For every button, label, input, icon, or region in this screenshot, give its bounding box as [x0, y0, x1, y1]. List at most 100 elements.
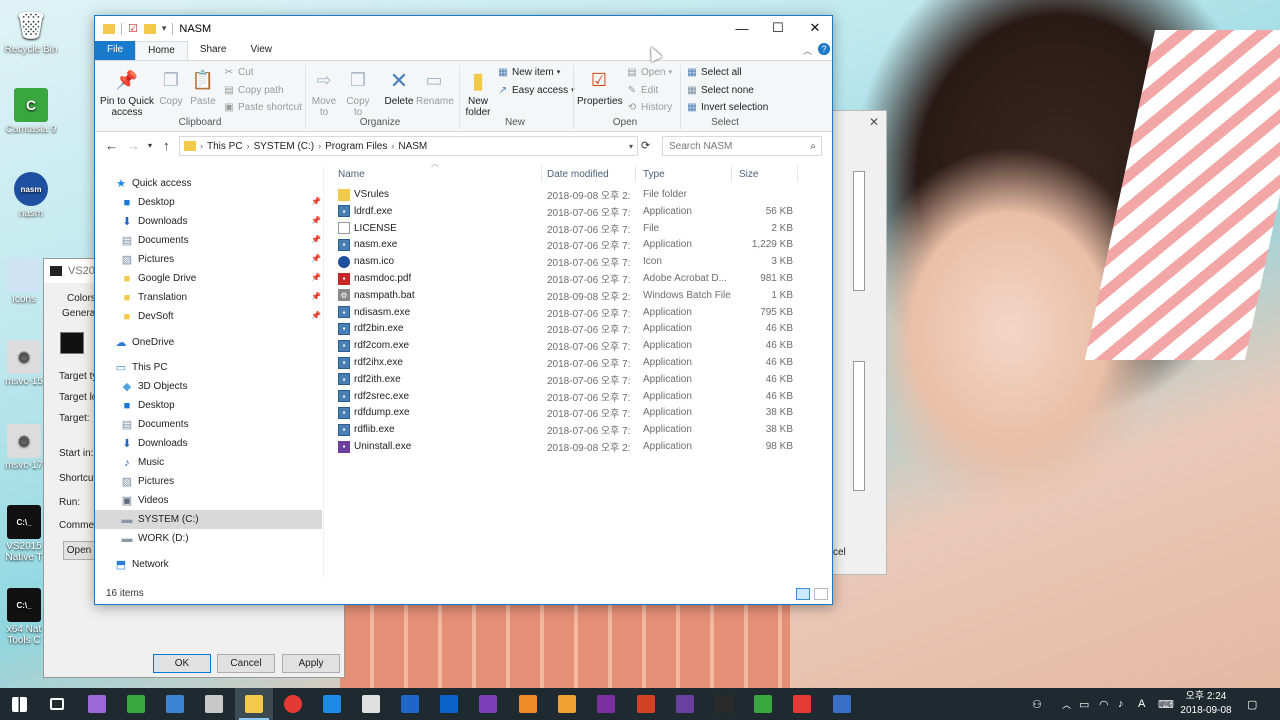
notifications-icon[interactable]: ▢ [1247, 688, 1257, 720]
invert-selection-button[interactable]: ▦ Invert selection [686, 101, 768, 113]
taskbar-camtasia-button[interactable] [744, 688, 782, 720]
nav-network[interactable]: ⬒ Network [115, 555, 169, 574]
search-icon[interactable]: ⌕ [810, 141, 816, 152]
file-row[interactable]: nasm.ico 2018-07-06 오후 7: Icon 3 KB [333, 253, 793, 270]
select-none-button[interactable]: ▦ Select none [686, 84, 754, 96]
apply-button[interactable]: Apply [282, 654, 340, 673]
open-button[interactable]: ▤ Open ▾ [626, 66, 672, 78]
wifi-icon[interactable]: ◠ [1099, 688, 1109, 720]
nav-documents-pc[interactable]: ▤ Documents [121, 415, 189, 434]
taskbar-task-view-button[interactable] [38, 688, 76, 720]
taskbar-search-app-button[interactable] [391, 688, 429, 720]
chevron-up-icon[interactable]: ︿ [1062, 688, 1071, 720]
tab-home[interactable]: Home [135, 41, 188, 60]
tab-colors[interactable]: Colors [67, 293, 96, 304]
history-button[interactable]: ⟲ History [626, 101, 672, 113]
delete-button[interactable]: ✕ Delete [382, 67, 416, 107]
file-row[interactable]: ▪ rdflib.exe 2018-07-06 오후 7: Application 38… [333, 421, 793, 438]
taskbar-app-button[interactable] [195, 688, 233, 720]
tab-general[interactable]: General [62, 308, 98, 319]
nav-3d-objects[interactable]: ◆ 3D Objects [121, 377, 188, 396]
taskbar-camtasia-button[interactable] [117, 688, 155, 720]
column-size[interactable]: Size [739, 164, 758, 184]
taskbar-powerpoint-button[interactable] [627, 688, 665, 720]
pin-quick-access-button[interactable]: 📌 Pin to Quick access [99, 67, 155, 119]
edit-button[interactable]: ✎ Edit [626, 84, 658, 96]
pane-divider[interactable] [323, 166, 324, 578]
nav-music[interactable]: ♪ Music [121, 453, 164, 472]
properties-button[interactable]: ☑ Properties [577, 67, 623, 108]
volume-icon[interactable]: ♪ [1118, 688, 1124, 720]
rename-button[interactable]: ▭ Rename [416, 67, 454, 108]
details-view-button[interactable] [796, 588, 810, 600]
close-button[interactable]: ✕ [797, 16, 833, 40]
cut-button[interactable]: ✂ Cut [223, 66, 254, 78]
easy-access-button[interactable]: ↗Easy access▾ [497, 84, 575, 96]
desktop-icon-camtasia[interactable]: C Camtasia 9 [1, 88, 61, 135]
file-row[interactable]: VSrules 2018-09-08 오후 2: File folder [333, 186, 793, 203]
file-row[interactable]: ▪ ndisasm.exe 2018-07-06 오후 7: Application 7… [333, 304, 793, 321]
nav-this-pc[interactable]: ▭ This PC [115, 358, 168, 377]
people-icon[interactable]: ⚇ [1032, 688, 1042, 720]
nav-pictures-pc[interactable]: ▨ Pictures [121, 472, 174, 491]
taskbar-app-button[interactable] [156, 688, 194, 720]
scrollbar[interactable] [853, 171, 865, 291]
keyboard-icon[interactable]: ⌨ [1158, 688, 1174, 720]
taskbar-app-button[interactable] [78, 688, 116, 720]
nav-desktop[interactable]: ■ Desktop [121, 193, 175, 212]
file-row[interactable]: ▪ rdf2com.exe 2018-07-06 오후 7: Application 4… [333, 337, 793, 354]
open-location-button[interactable]: Open [63, 541, 95, 560]
taskbar-visual-studio-button[interactable] [469, 688, 507, 720]
move-to-button[interactable]: ⇨ Move to [309, 67, 339, 119]
taskbar-console-button[interactable] [705, 688, 743, 720]
file-row[interactable]: ⚙ nasmpath.bat 2018-09-08 오후 2: Windows Bat… [333, 287, 793, 304]
column-date-modified[interactable]: Date modified [547, 164, 609, 184]
copy-to-button[interactable]: ❐ Copy to [343, 67, 373, 119]
nav-videos[interactable]: ▣ Videos [121, 491, 169, 510]
file-row[interactable]: LICENSE 2018-07-06 오후 7: File 2 KB [333, 220, 793, 237]
nav-onedrive[interactable]: ☁ OneDrive [115, 333, 175, 352]
help-icon[interactable]: ? [818, 43, 830, 55]
taskbar-file-explorer-button[interactable] [235, 688, 273, 720]
file-row[interactable]: ▪ rdf2bin.exe 2018-07-06 오후 7: Application 4… [333, 320, 793, 337]
tab-share[interactable]: Share [188, 41, 239, 60]
taskbar-onenote-button[interactable] [587, 688, 625, 720]
new-item-button[interactable]: ▦ New item ▾ [497, 66, 560, 78]
large-icons-view-button[interactable] [814, 588, 828, 600]
back-button[interactable]: ← [105, 138, 118, 153]
copy-button[interactable]: ❐ Copy [157, 67, 185, 108]
scrollbar[interactable] [853, 361, 865, 491]
new-folder-button[interactable]: ▮ New folder [461, 67, 495, 118]
nav-google-drive[interactable]: ■ Google Drive [121, 269, 197, 288]
taskbar-chrome-button[interactable] [274, 688, 312, 720]
nav-devsoft[interactable]: ■ DevSoft [121, 307, 174, 326]
battery-icon[interactable]: ▭ [1079, 688, 1089, 720]
recent-locations-icon[interactable]: ▾ [148, 141, 152, 150]
nav-downloads[interactable]: ⬇ Downloads [121, 212, 187, 231]
file-row[interactable]: ▪ rdf2ihx.exe 2018-07-06 오후 7: Application 4… [333, 354, 793, 371]
cancel-button[interactable]: Cancel [217, 654, 275, 673]
chevron-down-icon[interactable]: ▾ [629, 142, 633, 151]
collapse-ribbon-icon[interactable]: ︿ [803, 44, 812, 57]
paste-shortcut-button[interactable]: ▣ Paste shortcut [223, 101, 302, 113]
forward-button[interactable]: → [127, 138, 140, 153]
background-dialog-button[interactable]: cel [833, 547, 846, 558]
file-row[interactable]: ▪ Uninstall.exe 2018-09-08 오후 2: Applicatio… [333, 438, 793, 455]
taskbar-visual-studio-button[interactable] [666, 688, 704, 720]
taskbar-outlook-button[interactable] [430, 688, 468, 720]
breadcrumb-system-c[interactable]: SYSTEM (C:) [254, 141, 315, 152]
nav-quick-access[interactable]: ★ Quick access [115, 174, 191, 193]
ok-button[interactable]: OK [153, 654, 211, 673]
taskbar-app-button[interactable] [548, 688, 586, 720]
taskbar-camtasia-recorder-button[interactable] [783, 688, 821, 720]
nav-downloads-pc[interactable]: ⬇ Downloads [121, 434, 187, 453]
column-type[interactable]: Type [643, 164, 665, 184]
nav-translation[interactable]: ■ Translation [121, 288, 187, 307]
search-input[interactable]: Search NASM ⌕ [662, 136, 822, 156]
desktop-icon-nasm[interactable]: nasm nasm [1, 172, 61, 219]
file-row[interactable]: ▪ nasmdoc.pdf 2018-07-06 오후 7: Adobe Acroba… [333, 270, 793, 287]
properties-icon[interactable]: ☑ [128, 22, 138, 35]
ime-indicator[interactable]: A [1138, 688, 1145, 720]
tab-view[interactable]: View [239, 41, 285, 60]
tab-file[interactable]: File [95, 41, 136, 60]
